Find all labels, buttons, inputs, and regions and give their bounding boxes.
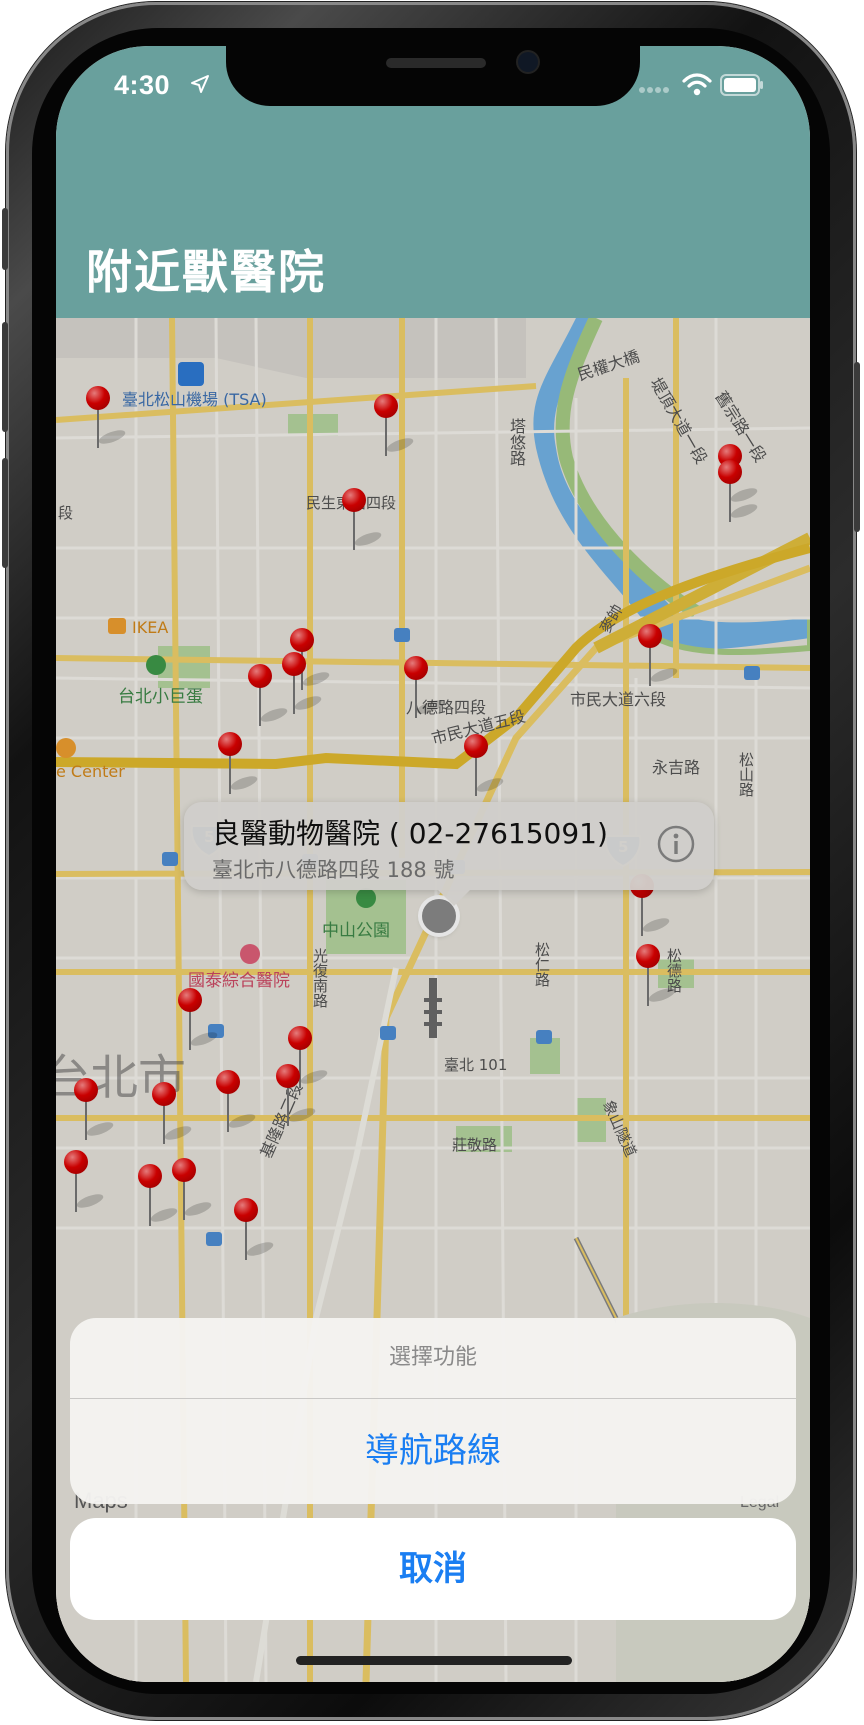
cellular-signal-icon: [639, 87, 669, 93]
location-arrow-icon: [191, 75, 209, 93]
volume-up-button: [2, 322, 8, 432]
navigation-bar: 4:30 附近獸醫院: [56, 46, 810, 318]
device-notch: [226, 46, 640, 106]
page-title: 附近獸醫院: [86, 245, 326, 299]
speaker-grille: [386, 58, 486, 68]
wifi-icon: [682, 73, 712, 96]
front-camera: [518, 52, 538, 72]
battery-icon: [720, 74, 763, 96]
screen: 臺北松山機場 (TSA) 民權大橋 塔悠路 堤頂大道一段 舊宗路一段 民生東路四…: [56, 46, 810, 1682]
cancel-button[interactable]: 取消: [70, 1518, 796, 1620]
action-sheet-title: 選擇功能: [388, 1345, 477, 1370]
volume-down-button: [2, 458, 8, 568]
silent-switch: [2, 208, 8, 270]
navigate-route-button[interactable]: 導航路線: [70, 1399, 796, 1504]
home-indicator[interactable]: [296, 1656, 572, 1665]
status-time: 4:30: [114, 70, 171, 100]
power-button: [854, 362, 860, 532]
action-sheet: 選擇功能 導航路線: [70, 1318, 796, 1504]
